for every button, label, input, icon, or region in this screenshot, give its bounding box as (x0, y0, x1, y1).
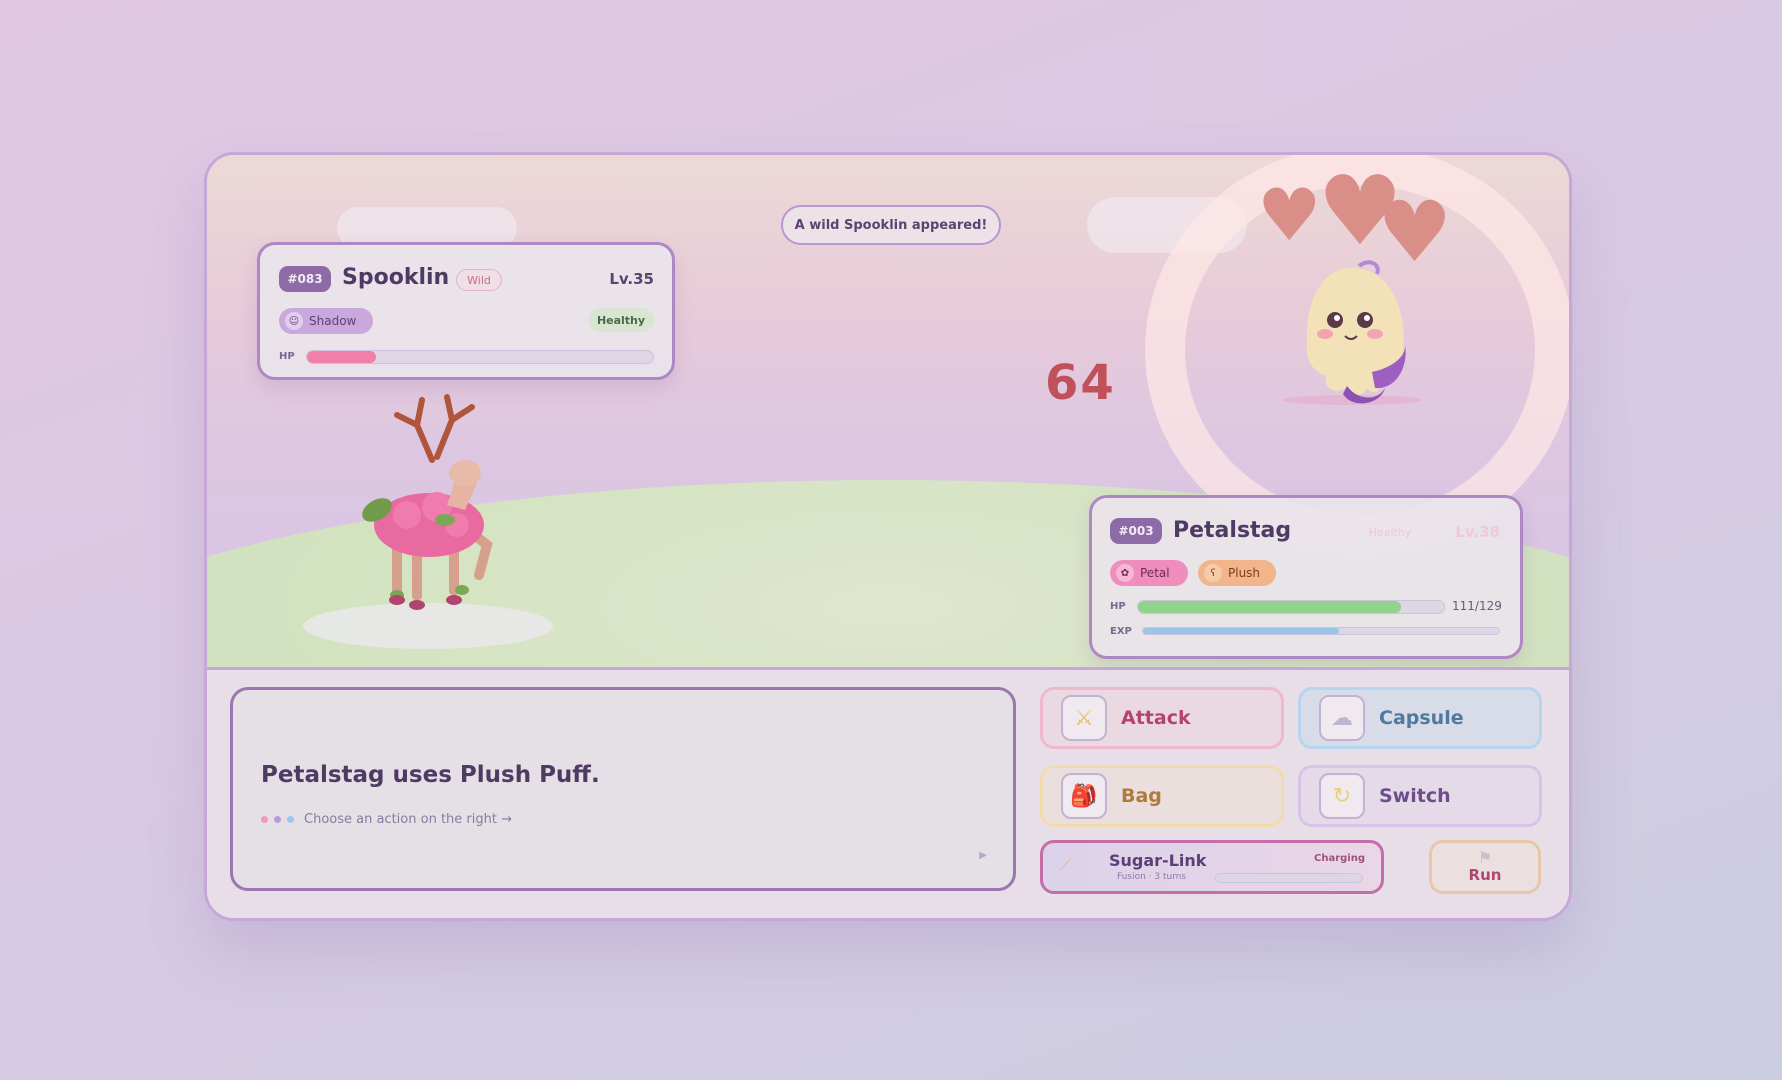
command-panel: Petalstag uses Plush Puff. Choose an act… (207, 667, 1569, 918)
battle-dialog-box: Petalstag uses Plush Puff. Choose an act… (230, 687, 1016, 891)
ghost-face-icon: ☺ (285, 312, 303, 330)
player-hp-text: 111/129 (1452, 599, 1502, 613)
enemy-wild-tag: Wild (456, 269, 502, 291)
action-hint: Choose an action on the right → (261, 812, 512, 827)
spooklin-sprite (1282, 260, 1422, 405)
attack-button[interactable]: ⚔ Attack (1040, 687, 1284, 749)
flower-icon: ✿ (1116, 564, 1134, 582)
enemy-name: Spooklin (342, 265, 450, 290)
run-button[interactable]: ⚑ Run (1429, 840, 1541, 894)
player-name: Petalstag (1173, 518, 1292, 543)
player-hp-label: HP (1110, 601, 1126, 612)
player-exp-fill (1143, 628, 1339, 634)
wand-icon: ⟋ (1059, 855, 1072, 876)
player-type-chip-petal: ✿ Petal (1110, 560, 1188, 586)
dot (261, 816, 268, 823)
sugar-link-button[interactable]: ⟋ Sugar-Link Fusion · 3 turns Charging (1040, 840, 1384, 894)
enemy-dex-number: #083 (279, 266, 331, 292)
enemy-type-chip: ☺ Shadow (279, 308, 373, 334)
battle-scene: A wild Spooklin appeared! #083 Spooklin … (207, 155, 1569, 667)
crossed-swords-icon: ⚔ (1061, 695, 1107, 741)
switch-button[interactable]: ↻ Switch (1298, 765, 1542, 827)
enemy-hp-fill (307, 351, 377, 363)
cloud-capsule-icon: ☁ (1319, 695, 1365, 741)
switch-label: Switch (1379, 785, 1451, 807)
player-hp-fill (1138, 601, 1402, 613)
player-status-card: #003 Petalstag Healthy Lv.38 ✿ Petal ʕ P… (1089, 495, 1523, 659)
player-type-chip-plush: ʕ Plush (1198, 560, 1276, 586)
sugar-link-charge-bar (1215, 873, 1363, 883)
player-exp-label: EXP (1110, 626, 1132, 637)
bag-button[interactable]: 🎒 Bag (1040, 765, 1284, 827)
capsule-button[interactable]: ☁ Capsule (1298, 687, 1542, 749)
swap-ring-icon: ↻ (1319, 773, 1365, 819)
player-hp-bar (1137, 600, 1445, 614)
enemy-status-badge: Healthy (588, 308, 654, 332)
player-level: Lv.38 (1455, 523, 1500, 541)
enemy-type-label: Shadow (309, 314, 357, 328)
action-hint-text: Choose an action on the right → (304, 812, 512, 827)
player-dex-number: #003 (1110, 518, 1162, 544)
damage-number: 64 (1045, 355, 1116, 411)
sugar-link-status: Charging (1313, 853, 1365, 864)
capsule-label: Capsule (1379, 707, 1464, 729)
enemy-status-card: #083 Spooklin Wild Lv.35 ☺ Shadow Health… (257, 242, 675, 380)
battle-frame: A wild Spooklin appeared! #083 Spooklin … (204, 152, 1572, 921)
player-exp-bar (1142, 627, 1500, 635)
enemy-hp-label: HP (279, 351, 295, 362)
heart-icon: ♥ (1257, 173, 1322, 257)
run-label: Run (1468, 866, 1502, 884)
enemy-level: Lv.35 (609, 270, 654, 288)
dot (274, 816, 281, 823)
sugar-link-label: Sugar-Link (1109, 851, 1207, 870)
backpack-icon: 🎒 (1061, 773, 1107, 819)
player-status-badge: Healthy (1368, 525, 1412, 539)
player-type-label: Petal (1140, 566, 1170, 580)
sugar-link-subtitle: Fusion · 3 turns (1117, 872, 1187, 882)
battle-message: Petalstag uses Plush Puff. (261, 762, 600, 788)
bag-label: Bag (1121, 785, 1162, 807)
attack-label: Attack (1121, 707, 1191, 729)
dot (287, 816, 294, 823)
player-type-label: Plush (1228, 566, 1261, 580)
petalstag-sprite (362, 394, 493, 610)
bear-face-icon: ʕ (1204, 564, 1222, 582)
flag-icon: ⚑ (1477, 848, 1493, 867)
play-triangle-icon[interactable]: ▶ (979, 850, 987, 861)
battle-announcement: A wild Spooklin appeared! (781, 205, 1001, 245)
enemy-hp-bar (306, 350, 654, 364)
